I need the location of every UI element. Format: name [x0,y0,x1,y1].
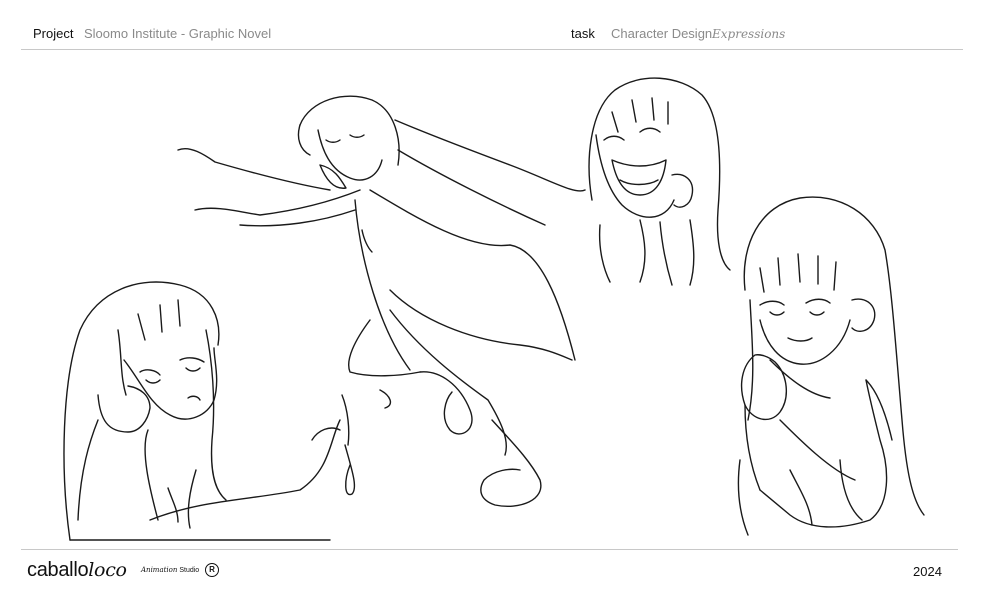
task-name: Character Design [611,26,713,41]
studio-italic: Animation [141,566,178,574]
logo-italic: loco [88,559,127,581]
task-note: Expressions [712,27,786,41]
header-bar: Project Sloomo Institute - Graphic Novel… [0,0,982,50]
project-label: Project [33,26,74,41]
logo-regular: caballo [27,559,89,581]
year-label: 2024 [913,564,942,579]
sketch-sad-girl [63,281,356,541]
registered-icon: R [205,563,219,577]
studio-logo: caballoloco [27,559,127,582]
sketch-canvas [0,50,982,548]
studio-regular: Studio [179,567,200,574]
sketch-running-girl [177,95,586,507]
project-name: Sloomo Institute - Graphic Novel [84,26,272,41]
studio-tagline: Animation Studio [141,566,199,574]
sketch-smiling-pendant [737,196,925,536]
sketch-laughing-portrait [588,77,731,286]
task-label: task [571,26,595,41]
footer-divider [21,549,958,550]
footer-bar: caballoloco Animation Studio R 2024 [0,549,982,599]
